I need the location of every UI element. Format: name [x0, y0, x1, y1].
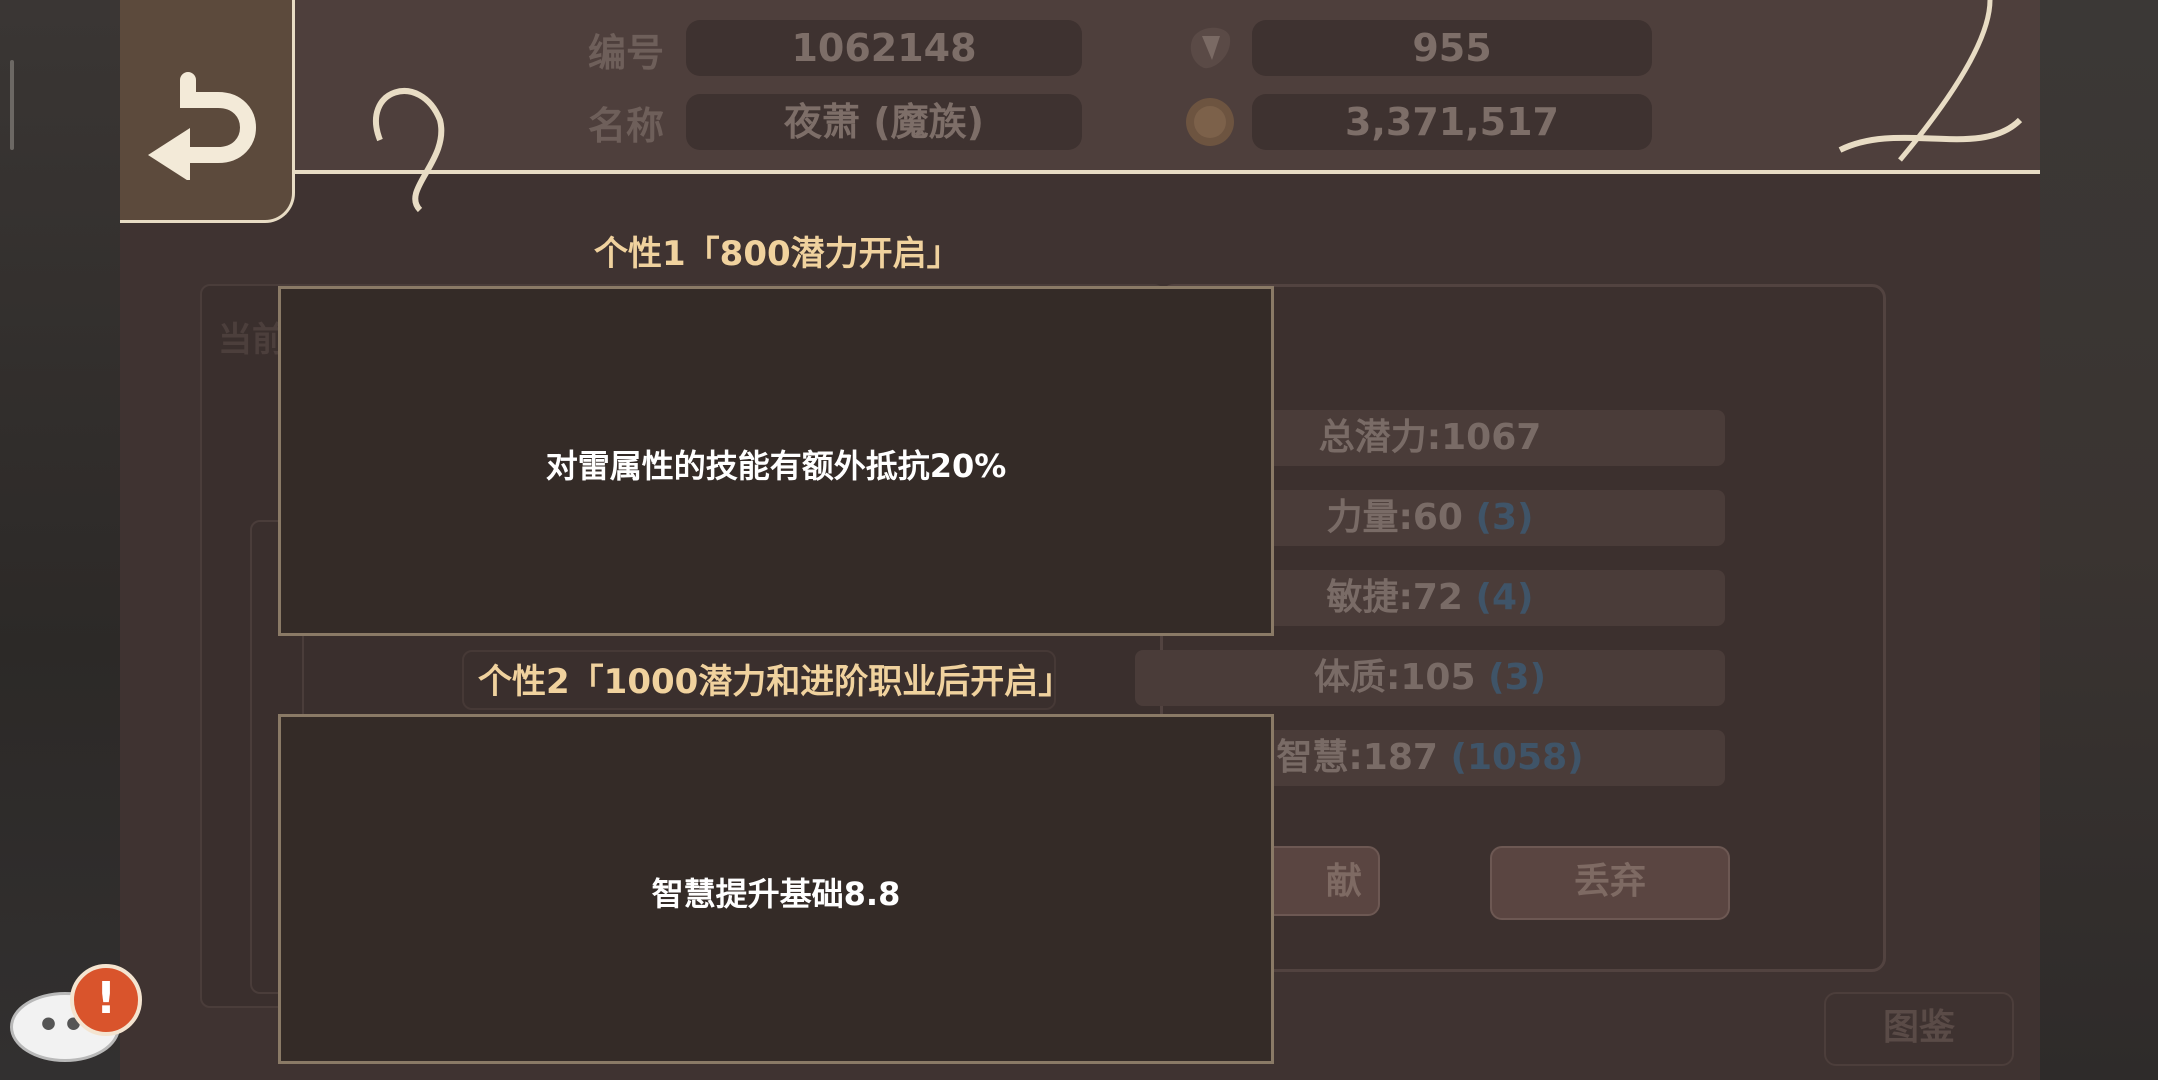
name-value: 夜萧 (魔族) — [686, 94, 1082, 150]
gold-coin-icon — [1186, 98, 1234, 146]
back-button[interactable] — [120, 0, 295, 223]
stat-constitution: 体质:105 (3) — [1135, 650, 1725, 706]
current-label: 当前 — [218, 320, 286, 360]
discard-button[interactable]: 丢弃 — [1490, 846, 1730, 920]
trait1-box: 对雷属性的技能有额外抵抗20% — [278, 286, 1274, 636]
exclamation-icon[interactable]: ! — [70, 964, 142, 1036]
gold-value: 3,371,517 — [1252, 94, 1652, 150]
gem-value: 955 — [1252, 20, 1652, 76]
trait2-title: 个性2「1000潜力和进阶职业后开启」 — [478, 662, 1073, 702]
gem-icon — [1190, 27, 1231, 69]
catalog-button[interactable]: 图鉴 — [1824, 992, 2014, 1066]
id-label: 编号 — [588, 31, 665, 75]
name-label: 名称 — [588, 104, 665, 148]
id-value: 1062148 — [686, 20, 1082, 76]
trait2-box: 智慧提升基础8.8 — [278, 714, 1274, 1064]
trait2-description: 智慧提升基础8.8 — [651, 875, 901, 913]
trait1-title: 个性1「800潜力开启」 — [594, 234, 961, 274]
trait1-description: 对雷属性的技能有额外抵抗20% — [545, 447, 1007, 485]
return-arrow-icon — [148, 72, 256, 180]
